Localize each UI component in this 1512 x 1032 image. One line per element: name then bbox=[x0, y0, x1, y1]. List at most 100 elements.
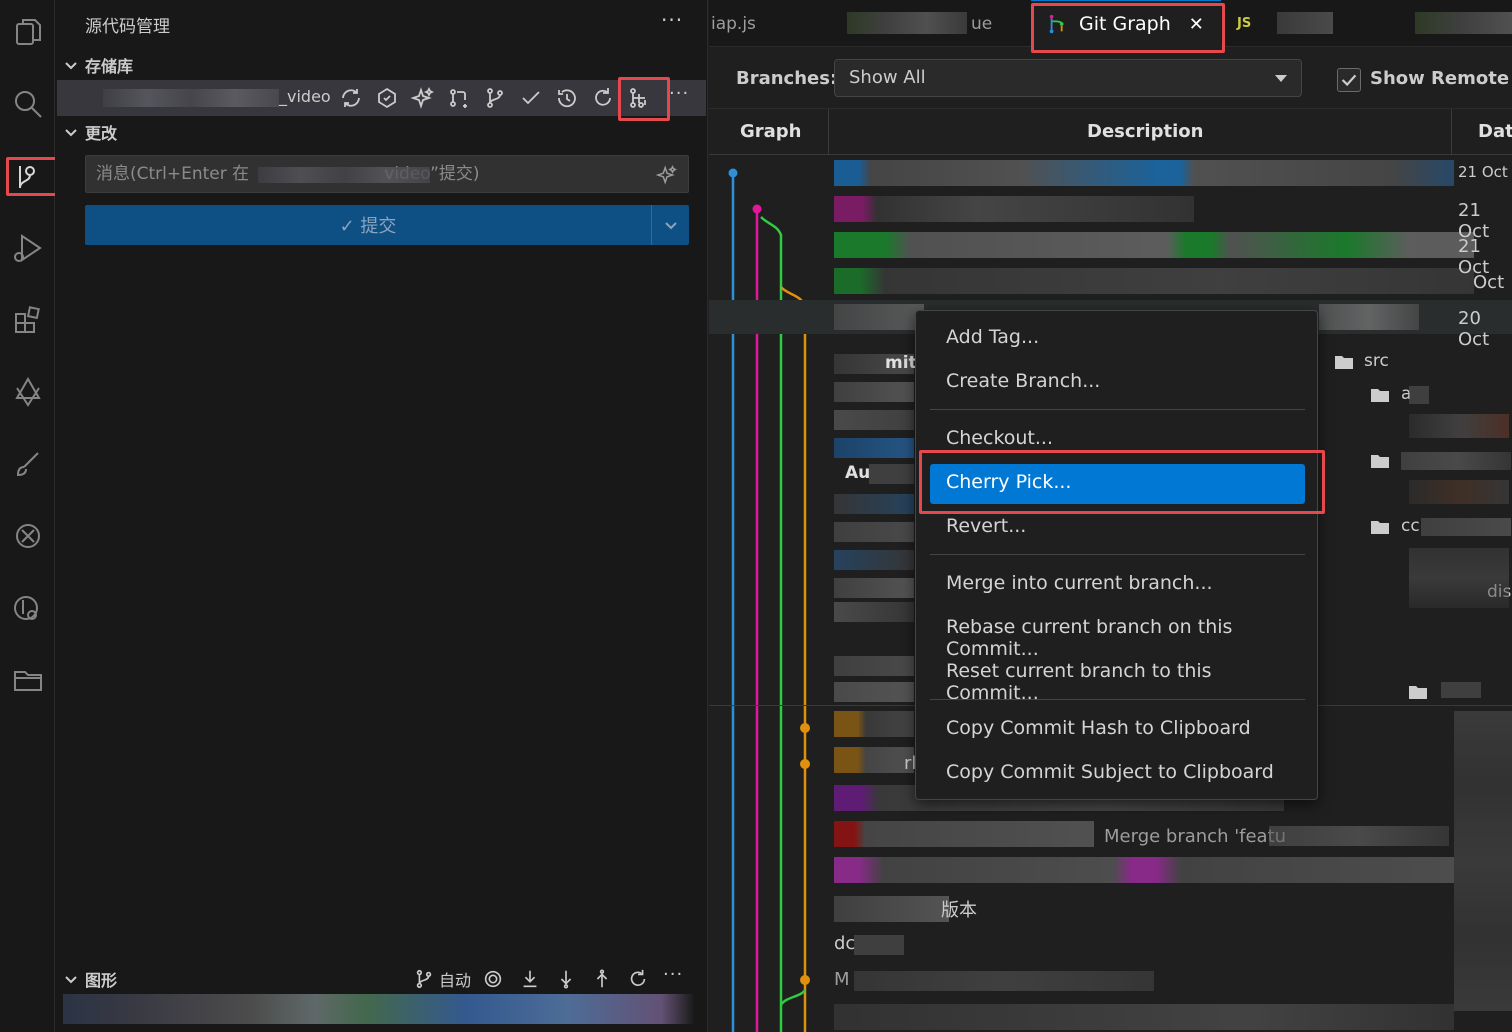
commit-node bbox=[800, 723, 810, 733]
menu-item-reset[interactable]: Reset current branch to this Commit... bbox=[930, 653, 1305, 704]
commit-row-blurred[interactable] bbox=[834, 711, 914, 737]
copilot-commit-icon[interactable] bbox=[375, 86, 399, 110]
menu-item-copy-hash[interactable]: Copy Commit Hash to Clipboard bbox=[930, 710, 1305, 750]
refresh-icon[interactable] bbox=[591, 86, 615, 110]
repository-row[interactable]: _video ··· bbox=[57, 80, 706, 116]
commit-row-blurred[interactable] bbox=[834, 747, 914, 773]
commit-button[interactable]: ✓ 提交 bbox=[85, 205, 689, 245]
show-remote-checkbox[interactable] bbox=[1337, 68, 1361, 92]
branches-value: Show All bbox=[849, 67, 926, 88]
extensions-icon[interactable] bbox=[0, 292, 55, 348]
detail-blurred bbox=[834, 682, 914, 702]
detail-blurred bbox=[834, 494, 914, 514]
show-remote-label: Show Remote B bbox=[1370, 68, 1512, 89]
folder-icon bbox=[1371, 387, 1389, 402]
tree-blurred bbox=[1409, 548, 1509, 608]
caret-down-icon bbox=[1275, 75, 1287, 82]
tree-folder-src[interactable]: src bbox=[1364, 351, 1389, 371]
git-graph-icon[interactable] bbox=[0, 580, 55, 636]
blurred-repo-prefix bbox=[103, 89, 279, 107]
chevron-down-icon bbox=[65, 976, 77, 984]
menu-item-add-tag[interactable]: Add Tag... bbox=[930, 319, 1305, 359]
detail-commit-label: mit bbox=[885, 353, 917, 373]
explorer-icon[interactable] bbox=[0, 4, 55, 60]
commit-row-blurred bbox=[834, 1004, 1454, 1030]
push-icon[interactable] bbox=[591, 968, 613, 990]
menu-item-create-branch[interactable]: Create Branch... bbox=[930, 363, 1305, 403]
commit-button-label[interactable]: ✓ 提交 bbox=[85, 205, 651, 245]
detail-blurred bbox=[834, 578, 914, 598]
tree-folder-cc[interactable]: cc bbox=[1401, 516, 1420, 536]
commit-row-blurred[interactable] bbox=[834, 232, 1474, 258]
folder-icon bbox=[1371, 453, 1389, 468]
graph-more-icon[interactable]: ··· bbox=[663, 964, 683, 985]
changes-header-label: 更改 bbox=[85, 124, 118, 143]
create-pr-icon[interactable] bbox=[447, 86, 471, 110]
blurred-tab bbox=[847, 12, 967, 34]
commit-row-blurred[interactable] bbox=[834, 268, 1474, 294]
menu-item-checkout[interactable]: Checkout... bbox=[930, 420, 1305, 460]
history-icon[interactable] bbox=[555, 86, 579, 110]
tree-blurred bbox=[1409, 480, 1509, 504]
more-actions-icon[interactable]: ··· bbox=[661, 8, 683, 32]
target-icon[interactable] bbox=[482, 968, 504, 990]
brush-icon[interactable] bbox=[0, 436, 55, 492]
commit-check-icon[interactable] bbox=[519, 86, 543, 110]
commit-row-blurred bbox=[854, 935, 904, 955]
tab-app-js[interactable]: iap.js bbox=[709, 0, 819, 47]
folder-icon bbox=[1335, 354, 1353, 369]
menu-item-merge[interactable]: Merge into current branch... bbox=[930, 565, 1305, 605]
folder-icon[interactable] bbox=[0, 652, 55, 708]
commit-dropdown-button[interactable] bbox=[651, 205, 689, 245]
view-git-graph-icon[interactable] bbox=[627, 86, 651, 110]
branch-icon[interactable] bbox=[483, 86, 507, 110]
repo-more-icon[interactable]: ··· bbox=[669, 83, 689, 104]
close-tab-icon[interactable]: ✕ bbox=[1189, 14, 1204, 35]
tree-blurred bbox=[1409, 414, 1509, 438]
menu-item-copy-subject[interactable]: Copy Commit Subject to Clipboard bbox=[930, 754, 1305, 794]
commit-merge-text: Merge branch 'featu bbox=[1104, 826, 1287, 847]
blurred-graph-item bbox=[63, 994, 693, 1024]
graph-refresh-icon[interactable] bbox=[627, 968, 649, 990]
pull-icon[interactable] bbox=[555, 968, 577, 990]
menu-separator bbox=[930, 699, 1305, 700]
graph-section-header[interactable]: 图形 自动 ··· bbox=[55, 964, 708, 994]
sparkle-icon[interactable] bbox=[656, 164, 678, 186]
branch-icon bbox=[416, 969, 432, 989]
commit-row-blurred[interactable] bbox=[834, 160, 1454, 186]
sparkle-icon[interactable] bbox=[410, 86, 435, 110]
commit-row-blurred[interactable] bbox=[834, 196, 1194, 222]
repo-name: _video bbox=[279, 87, 331, 106]
tab-bar: iap.js ue Git Graph ✕ JS bbox=[709, 0, 1512, 47]
commit-row-blurred[interactable] bbox=[834, 821, 1094, 847]
menu-item-cherry-pick[interactable]: Cherry Pick... bbox=[930, 464, 1305, 504]
commit-node bbox=[752, 204, 762, 214]
merge-line bbox=[779, 989, 807, 1006]
repositories-section-header[interactable]: 存储库 bbox=[63, 51, 133, 79]
commit-row-blurred[interactable] bbox=[834, 896, 949, 922]
fetch-icon[interactable] bbox=[519, 968, 541, 990]
branches-dropdown[interactable]: Show All bbox=[834, 59, 1302, 97]
source-control-icon[interactable] bbox=[0, 150, 55, 206]
menu-item-revert[interactable]: Revert... bbox=[930, 508, 1305, 548]
search-icon[interactable] bbox=[0, 76, 55, 132]
tab-git-graph[interactable]: Git Graph ✕ bbox=[1031, 0, 1221, 47]
remote-explorer-icon[interactable] bbox=[0, 364, 55, 420]
graph-column-header: Graph bbox=[740, 121, 802, 142]
git-graph-tab-icon bbox=[1049, 14, 1064, 34]
menu-separator bbox=[930, 409, 1305, 410]
commit-message-field[interactable] bbox=[85, 155, 689, 193]
graph-auto-toggle[interactable]: 自动 bbox=[413, 968, 471, 990]
menu-item-rebase[interactable]: Rebase current branch on this Commit... bbox=[930, 609, 1305, 660]
detail-blurred bbox=[834, 550, 914, 570]
graph-header[interactable]: 图形 bbox=[63, 965, 117, 993]
description-column-header: Description bbox=[1087, 121, 1204, 142]
commit-row-blurred[interactable] bbox=[834, 857, 1454, 883]
changes-section-header[interactable]: 更改 bbox=[63, 118, 117, 146]
openai-icon[interactable] bbox=[0, 508, 55, 564]
sync-icon[interactable] bbox=[339, 86, 363, 110]
commit-date: Oct bbox=[1473, 272, 1505, 293]
tab-vue-file[interactable]: ue bbox=[971, 0, 1021, 47]
tree-blurred bbox=[1421, 518, 1511, 536]
run-debug-icon[interactable] bbox=[0, 220, 55, 276]
